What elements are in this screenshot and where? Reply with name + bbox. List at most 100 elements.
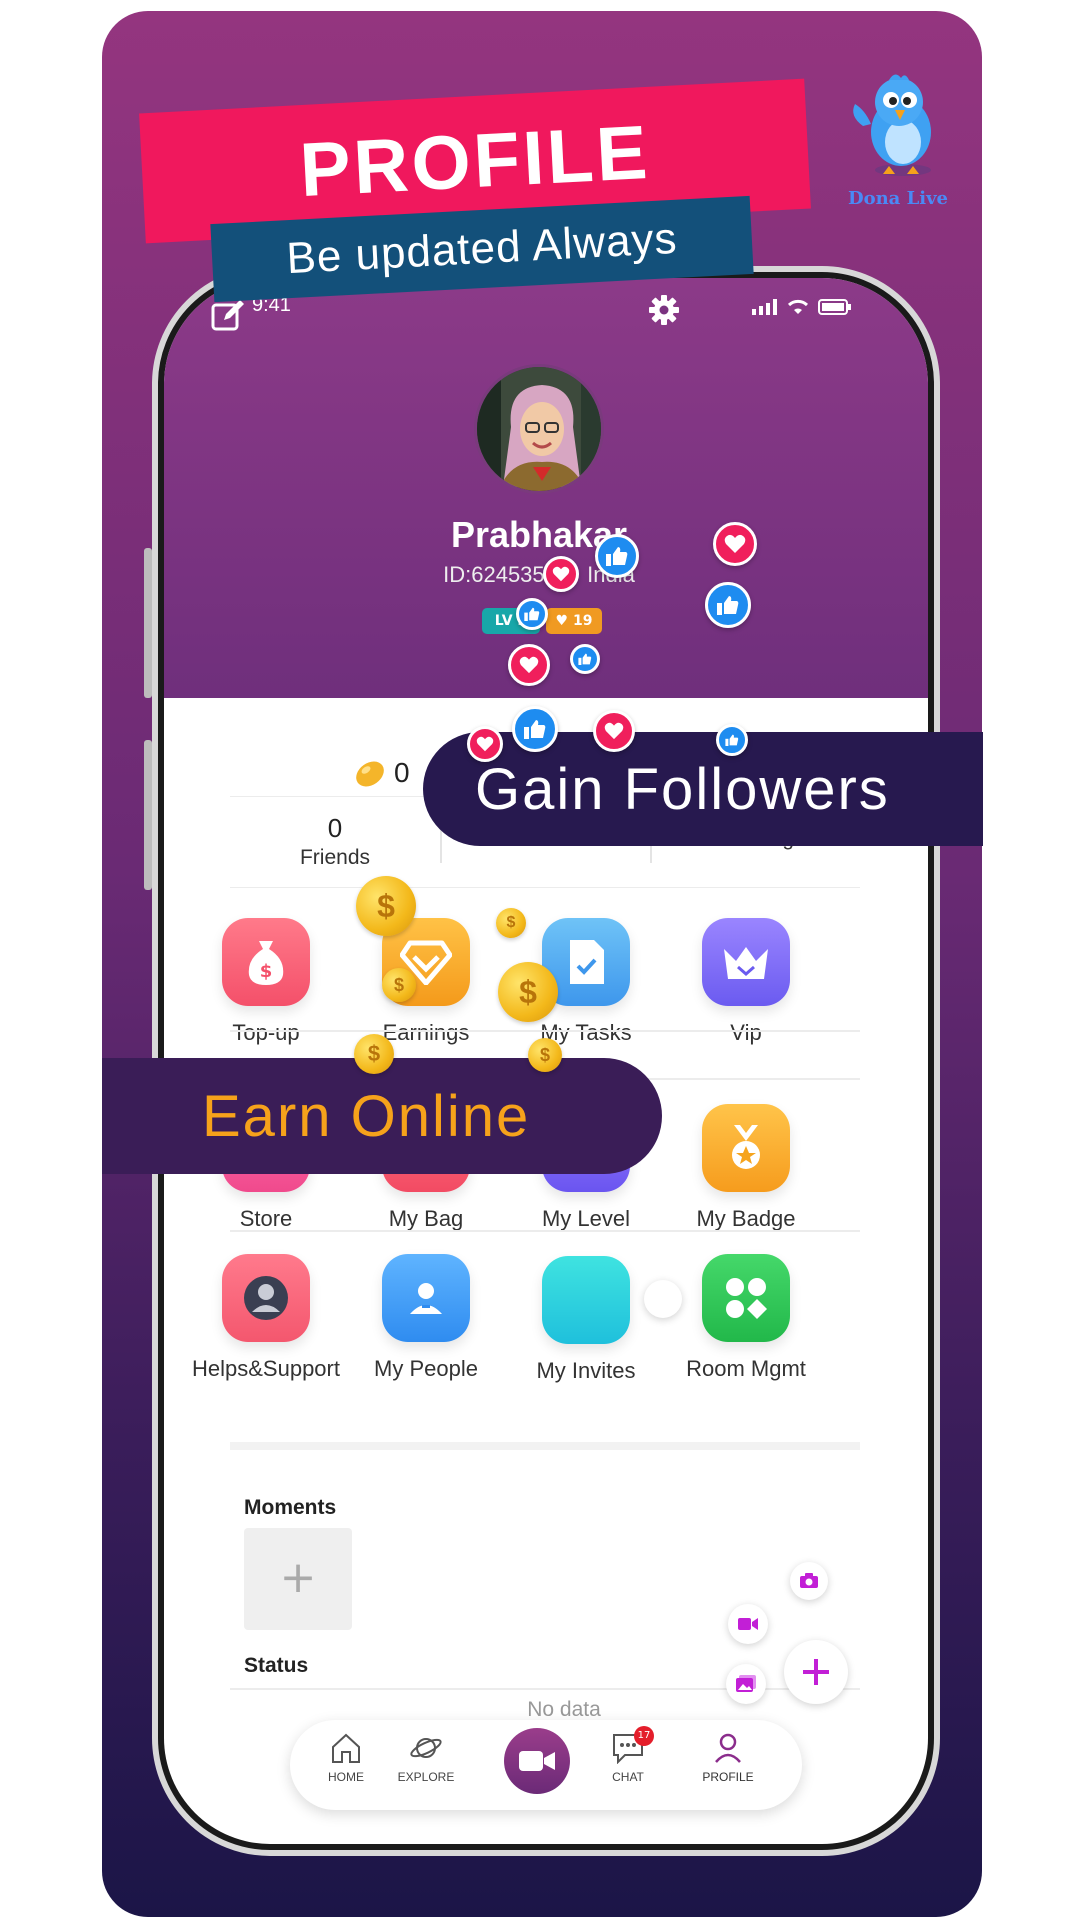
- tile-mybag-label: My Bag: [388, 1206, 464, 1231]
- gain-followers-callout: Gain Followers: [423, 732, 983, 846]
- svg-text:$: $: [260, 961, 273, 982]
- avatar-photo: [477, 367, 601, 491]
- phone-volume-down: [144, 740, 152, 890]
- phone-volume-up: [144, 548, 152, 698]
- stat-friends-label: Friends: [299, 846, 371, 869]
- signal-icon: [752, 299, 777, 315]
- grid-divider-extra: [230, 1030, 860, 1032]
- tile-room-mgmt[interactable]: Room Mgmt: [666, 1254, 826, 1382]
- heart-reaction-icon: [593, 710, 635, 752]
- moments-add-button[interactable]: +: [244, 1528, 352, 1630]
- video-icon: [738, 1618, 758, 1630]
- nav-chat-label: CHAT: [612, 1770, 644, 1784]
- beans-count: 0: [394, 757, 410, 788]
- tile-vip-label: Vip: [730, 1020, 762, 1045]
- people-icon: [382, 1254, 470, 1342]
- dona-live-logo: Dona Live: [838, 70, 958, 210]
- settings-button[interactable]: [648, 294, 684, 330]
- camera-fab[interactable]: [644, 1280, 682, 1318]
- tile-mybadge[interactable]: My Badge: [666, 1104, 826, 1232]
- tile-vip[interactable]: Vip: [666, 918, 826, 1046]
- profile-id: ID:6245350: [443, 562, 557, 587]
- gear-icon: [649, 295, 679, 325]
- tile-mybadge-label: My Badge: [696, 1206, 796, 1231]
- coin-icon: $: [354, 1034, 394, 1074]
- tile-store-label: Store: [239, 1206, 293, 1231]
- like-reaction-icon: [516, 598, 548, 630]
- stat-friends[interactable]: 0 Friends: [230, 797, 440, 889]
- nav-home-label: HOME: [328, 1770, 364, 1784]
- like-reaction-icon: [705, 582, 751, 628]
- tile-room-mgmt-label: Room Mgmt: [686, 1356, 806, 1381]
- logo-text: Dona Live: [847, 188, 949, 209]
- nav-explore-label: EXPLORE: [397, 1770, 455, 1784]
- tile-helps-support[interactable]: Helps&Support: [186, 1254, 346, 1382]
- promo-stage: 9:41 Prabhakar ID:6245350 LV 2 ♥ 19 0 0 …: [0, 0, 1080, 1920]
- earn-online-callout: Earn Online: [102, 1058, 662, 1174]
- status-icons: [752, 298, 852, 316]
- bean-icon: [356, 761, 384, 787]
- like-reaction-icon: [512, 706, 558, 752]
- tile-topup[interactable]: $ Top-up: [186, 918, 346, 1046]
- crown-icon: [702, 918, 790, 1006]
- heart-reaction-icon: [543, 556, 579, 592]
- grid-divider: [230, 1230, 860, 1232]
- no-data-text: No data: [527, 1698, 601, 1721]
- profile-name: Prabhakar: [450, 514, 628, 555]
- tile-myinvites[interactable]: My Invites: [506, 1256, 666, 1384]
- profile-id-line: ID:6245350 India: [364, 562, 714, 588]
- nav-chat[interactable]: 17 CHAT: [588, 1726, 668, 1784]
- plus-icon: [803, 1659, 829, 1685]
- like-reaction-icon: [716, 724, 748, 756]
- nav-home[interactable]: HOME: [306, 1732, 386, 1784]
- nav-profile[interactable]: PROFILE: [688, 1732, 768, 1784]
- medal-icon: [702, 1104, 790, 1192]
- tile-mytasks-label: My Tasks: [540, 1020, 632, 1045]
- coin-icon: $: [382, 968, 416, 1002]
- camera-icon: [800, 1573, 818, 1588]
- add-fab-button[interactable]: [784, 1640, 848, 1704]
- profile-icon: [715, 1733, 741, 1763]
- stat-friends-value: 0: [327, 813, 343, 843]
- gain-followers-text: Gain Followers: [475, 756, 890, 822]
- edit-button[interactable]: [210, 298, 246, 334]
- apps-icon: [702, 1254, 790, 1342]
- hearts-badge: ♥ 19: [546, 608, 602, 634]
- heart-icon: ♥: [555, 613, 569, 629]
- gallery-icon: [736, 1675, 756, 1692]
- battery-icon: [818, 299, 851, 315]
- earn-online-text: Earn Online: [202, 1083, 531, 1149]
- like-reaction-icon: [570, 644, 600, 674]
- coin-icon: $: [528, 1038, 562, 1072]
- nav-live-button[interactable]: [504, 1728, 570, 1794]
- tile-myinvites-label: My Invites: [536, 1358, 636, 1383]
- chat-badge: 17: [634, 1726, 654, 1746]
- invite-icon: [542, 1256, 630, 1344]
- tile-mypeople-label: My People: [374, 1356, 478, 1381]
- tile-mypeople[interactable]: My People: [346, 1254, 506, 1382]
- banner-subtitle: Be updated Always: [285, 213, 679, 284]
- section-divider: [230, 1442, 860, 1450]
- nav-explore[interactable]: EXPLORE: [386, 1732, 466, 1784]
- heart-reaction-icon: [467, 726, 503, 762]
- status-title: Status: [244, 1654, 309, 1677]
- video-camera-icon: [519, 1751, 555, 1771]
- gallery-fab-button[interactable]: [726, 1664, 766, 1704]
- edit-icon: [211, 300, 244, 331]
- planet-icon: [410, 1738, 442, 1758]
- video-fab-button[interactable]: [728, 1604, 768, 1644]
- camera-fab-button[interactable]: [790, 1562, 828, 1600]
- status-bar: 9:41: [252, 294, 852, 324]
- banner-title: PROFILE: [297, 109, 653, 213]
- tile-topup-label: Top-up: [232, 1020, 300, 1045]
- nav-profile-label: PROFILE: [702, 1770, 754, 1784]
- heart-reaction-icon: [713, 522, 757, 566]
- coin-icon: $: [356, 876, 416, 936]
- coin-icon: $: [498, 962, 558, 1022]
- like-reaction-icon: [595, 534, 639, 578]
- home-icon: [332, 1733, 360, 1763]
- money-bag-icon: $: [222, 918, 310, 1006]
- tile-earnings[interactable]: Earnings: [346, 918, 506, 1046]
- avatar[interactable]: [474, 364, 604, 494]
- user-icon: [222, 1254, 310, 1342]
